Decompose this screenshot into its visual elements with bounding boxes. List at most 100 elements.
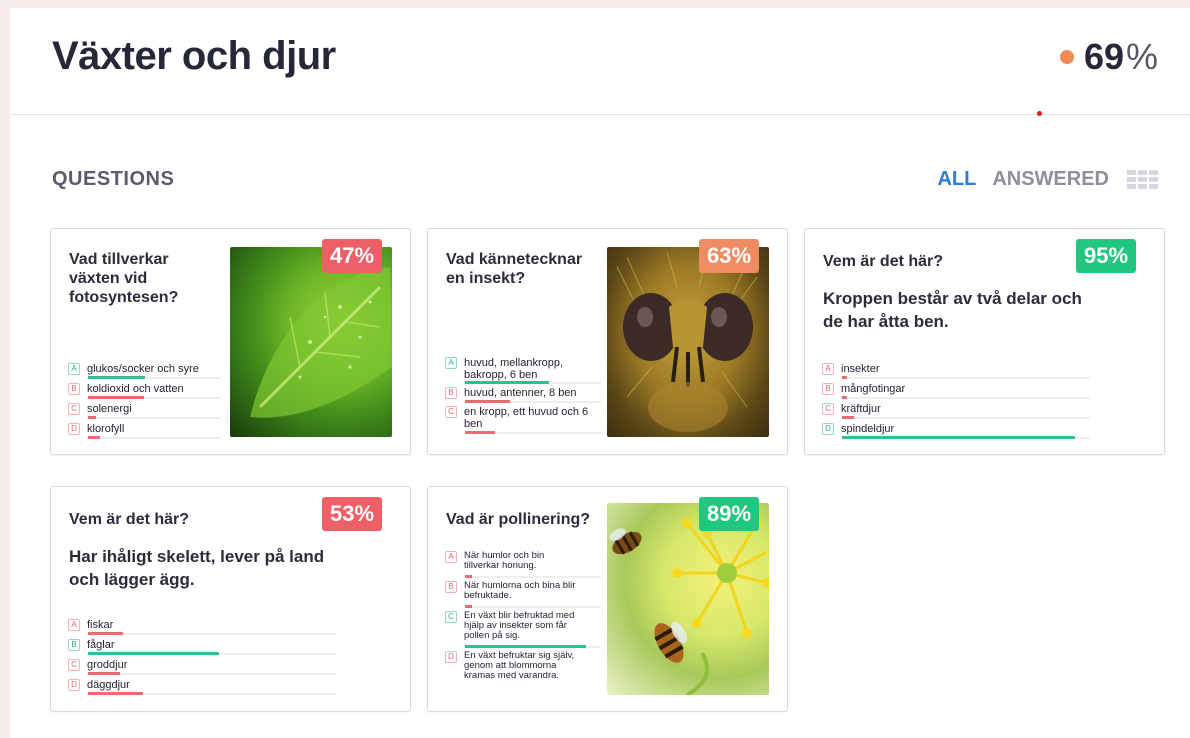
question-text: Vad tillverkar växten vid fotosyntesen? [69, 251, 179, 306]
answer-letter: B [445, 387, 457, 399]
answer-text: kräftdjur [841, 403, 881, 415]
answer-share-bar [465, 381, 549, 384]
answer-share-bar [465, 645, 586, 648]
answer-letter: B [68, 639, 80, 651]
answer-share-bar [465, 605, 472, 608]
answer-text: spindeldjur [841, 423, 895, 435]
answer-list: A När humlor och bin tillverkar honung. B… [445, 551, 602, 691]
answer-text: koldioxid och vatten [87, 383, 184, 395]
answer-text: huvud, mellankropp, bakropp, 6 ben [464, 357, 564, 381]
answer-share-bar [88, 632, 123, 635]
answer-share-bar [465, 431, 495, 434]
answer-option: Dklorofyll [68, 423, 223, 443]
score: 69 % [1059, 36, 1158, 78]
insect-photo [607, 247, 769, 437]
filter-all-tab[interactable]: ALL [937, 168, 976, 191]
answer-text: solenergi [87, 403, 132, 415]
answer-letter: C [68, 659, 80, 671]
answer-letter: A [445, 551, 457, 563]
answer-text: glukos/socker och syre [87, 363, 199, 375]
answer-letter: A [445, 357, 457, 369]
answer-text: insekter [841, 363, 880, 375]
answer-share-bar [88, 396, 144, 399]
answer-share-bar [842, 376, 847, 379]
progress-marker [1037, 111, 1042, 116]
answer-list: Ahuvud, mellankropp, bakropp, 6 ben Bhuv… [445, 357, 602, 436]
answer-letter: B [822, 383, 834, 395]
answer-share-bar [88, 436, 100, 439]
answer-share-bar [88, 416, 96, 419]
answer-option: Bmångfotingar [822, 383, 1092, 403]
answer-letter: D [822, 423, 834, 435]
answer-text: klorofyll [87, 423, 125, 435]
answer-text: däggdjur [87, 679, 130, 691]
filter-answered-tab[interactable]: ANSWERED [992, 168, 1109, 191]
answer-option: Csolenergi [68, 403, 223, 423]
leaf-photo [230, 247, 392, 437]
answer-text: En växt blir befruktad med hjälp av inse… [464, 610, 575, 641]
header: Växter och djur 69 % [10, 8, 1190, 115]
answer-list: Afiskar Bfåglar Cgroddjur Ddäggdjur [68, 619, 338, 699]
answer-option: Bfåglar [68, 639, 338, 659]
answer-letter: C [68, 403, 80, 415]
answer-letter: A [822, 363, 834, 375]
score-value: 69 [1083, 36, 1124, 77]
question-text: Vem är det här? [823, 253, 944, 270]
answer-text: fiskar [87, 619, 114, 631]
question-subtext: Har ihåligt skelett, lever på land och l… [69, 547, 325, 589]
answer-text: en kropp, ett huvud och 6 ben [464, 406, 589, 430]
answer-option: Aglukos/socker och syre [68, 363, 223, 383]
answer-option: Dspindeldjur [822, 423, 1092, 443]
answer-letter: C [822, 403, 834, 415]
answer-share-bar [88, 652, 219, 655]
question-card[interactable]: Vad kännetecknar en insekt? 63% Ahuvud, … [427, 228, 788, 455]
page: Växter och djur 69 % QUESTIONS ALL ANSWE… [10, 8, 1190, 738]
answer-option: Cgroddjur [68, 659, 338, 679]
question-card[interactable]: Vem är det här? Kroppen består av två de… [804, 228, 1165, 455]
answer-option: Ainsekter [822, 363, 1092, 383]
answer-letter: A [68, 619, 80, 631]
answer-list: Aglukos/socker och syre Bkoldioxid och v… [68, 363, 223, 443]
answer-option: Ddäggdjur [68, 679, 338, 699]
percent-badge: 63% [699, 239, 760, 273]
answer-letter: B [68, 383, 80, 395]
answer-share-bar [88, 376, 145, 379]
answer-option: A När humlor och bin tillverkar honung. [445, 551, 602, 581]
question-card[interactable]: Vad är pollinering? 89% A När humlor och … [427, 486, 788, 712]
bee-flower-photo [607, 503, 769, 695]
answer-option: C En växt blir befruktad med hjälp av ins… [445, 611, 602, 651]
answer-share-bar [842, 436, 1075, 439]
percent-badge: 53% [322, 497, 383, 531]
answer-option: Cen kropp, ett huvud och 6 ben [445, 406, 602, 436]
question-card[interactable]: Vad tillverkar växten vid fotosyntesen? … [50, 228, 411, 455]
answer-option: Ckräftdjur [822, 403, 1092, 423]
answer-letter: D [445, 651, 457, 663]
answer-text: mångfotingar [841, 383, 906, 395]
question-text: Vad kännetecknar en insekt? [446, 251, 583, 287]
answer-letter: C [445, 406, 457, 418]
answer-share-bar [465, 575, 472, 578]
question-subtext: Kroppen består av två delar och de har å… [823, 289, 1082, 331]
answer-list: Ainsekter Bmångfotingar Ckräftdjur Dspin… [822, 363, 1092, 443]
answer-text: När humlorna och bina blir befruktade. [464, 580, 576, 601]
question-card[interactable]: Vem är det här? Har ihåligt skelett, lev… [50, 486, 411, 712]
answer-letter: A [68, 363, 80, 375]
question-text: Vem är det här? [69, 511, 190, 528]
filter-bar: ALL ANSWERED [937, 168, 1158, 191]
answer-share-bar [88, 692, 143, 695]
answer-text: groddjur [87, 659, 128, 671]
question-text: Vad är pollinering? [446, 511, 591, 528]
grid-view-icon[interactable] [1127, 170, 1158, 189]
answer-text: fåglar [87, 639, 115, 651]
answer-letter: D [68, 423, 80, 435]
answer-option: Afiskar [68, 619, 338, 639]
answer-text: En växt befruktar sig själv, genom att b… [464, 650, 575, 681]
answer-share-bar [465, 400, 510, 403]
score-unit: % [1125, 36, 1158, 77]
answer-share-bar [842, 396, 847, 399]
percent-badge: 89% [699, 497, 760, 531]
answer-share-bar [842, 416, 854, 419]
answer-letter: D [68, 679, 80, 691]
section-title: QUESTIONS [52, 168, 175, 190]
score-dot-icon [1059, 50, 1074, 64]
